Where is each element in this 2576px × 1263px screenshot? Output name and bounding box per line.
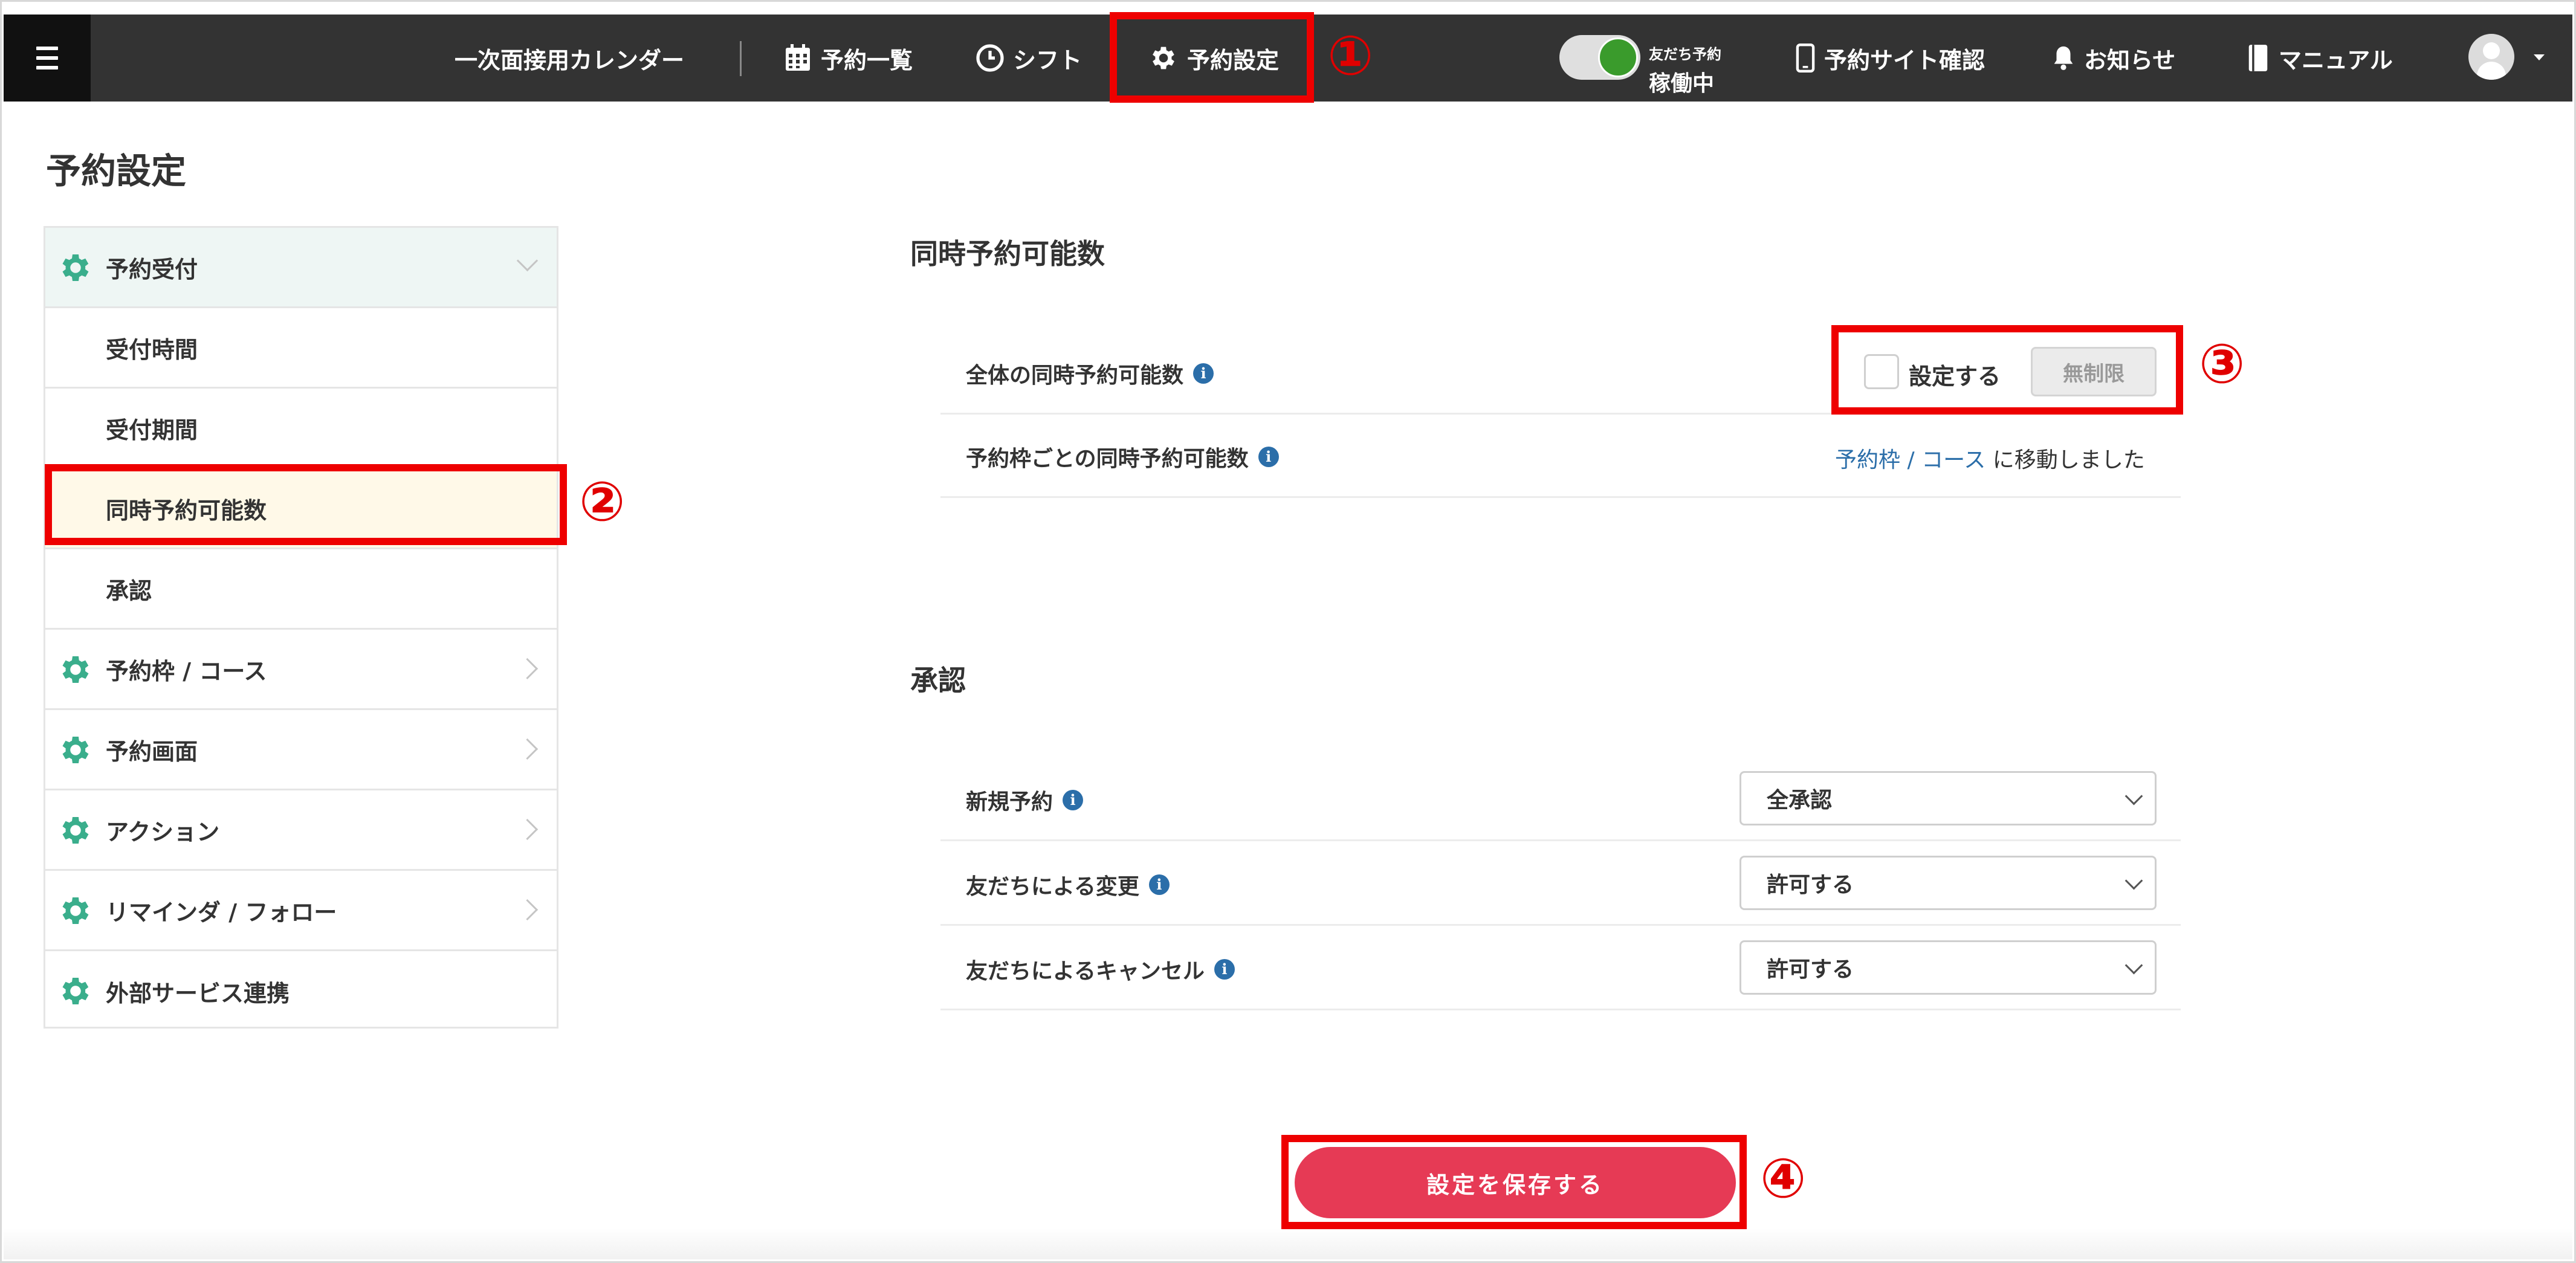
gear-icon (62, 978, 89, 1004)
gear-icon (62, 897, 89, 924)
annotation-number-1: ① (1327, 24, 1374, 88)
nav-reservations-label: 予約一覧 (821, 47, 913, 74)
page-title: 予約設定 (46, 150, 187, 192)
gear-icon (62, 254, 89, 281)
section-title-concurrent: 同時予約可能数 (910, 237, 1105, 270)
chevron-down-icon (2125, 871, 2143, 890)
annotation-number-4: ④ (1760, 1147, 1807, 1210)
sidebar-item-label: 受付時間 (106, 336, 198, 363)
row-label: 予約枠ごとの同時予約可能数 i (966, 441, 1279, 473)
hamburger-menu-button[interactable] (4, 15, 91, 102)
course-link[interactable]: コース (1921, 448, 1985, 473)
info-icon[interactable]: i (1193, 363, 1214, 384)
annotation-box-4 (1281, 1135, 1747, 1229)
nav-shift[interactable]: シフト (976, 15, 1082, 102)
annotation-number-3: ③ (2199, 332, 2245, 396)
sidebar-item-actions[interactable]: アクション (45, 790, 557, 871)
row-label: 新規予約 i (966, 784, 1084, 816)
sidebar-item-reception[interactable]: 予約受付 (45, 228, 557, 308)
link-separator: / (1907, 448, 1915, 473)
sidebar-item-label: 承認 (106, 577, 152, 604)
sidebar-item-reminders[interactable]: リマインダ / フォロー (45, 871, 557, 951)
sidebar-item-approval[interactable]: 承認 (45, 549, 557, 630)
row-label: 友だちによる変更 i (966, 869, 1170, 900)
sidebar-item-label: 予約受付 (106, 256, 198, 283)
chevron-right-icon (516, 738, 539, 760)
friend-change-label: 友だちによる変更 (966, 874, 1139, 899)
select-value: 許可する (1767, 957, 1854, 982)
chevron-down-icon (516, 250, 539, 272)
sidebar-item-label: 外部サービス連携 (106, 980, 290, 1007)
gear-icon (62, 737, 89, 763)
friend-change-select[interactable]: 許可する (1739, 856, 2157, 910)
gear-icon (62, 656, 89, 683)
info-icon[interactable]: i (1148, 874, 1170, 895)
hamburger-icon (36, 44, 58, 73)
nav-notifications[interactable]: お知らせ (2051, 15, 2175, 102)
clock-icon (976, 44, 1004, 72)
sidebar-item-reception-hours[interactable]: 受付時間 (45, 308, 557, 389)
row-label: 全体の同時予約可能数 i (966, 358, 1214, 389)
friend-cancel-select[interactable]: 許可する (1739, 940, 2157, 995)
moved-notice: 予約枠 / コース に移動しました (1835, 442, 2145, 474)
chevron-down-icon (2125, 956, 2143, 975)
slot-link[interactable]: 予約枠 (1835, 448, 1900, 473)
smartphone-icon (1796, 44, 1815, 73)
nav-notifications-label: お知らせ (2084, 47, 2176, 74)
new-reservation-select[interactable]: 全承認 (1739, 771, 2157, 825)
new-reservation-label: 新規予約 (966, 790, 1053, 815)
book-icon (2248, 45, 2268, 71)
chevron-down-icon (2125, 787, 2143, 806)
toggle-caption: 友だち予約 (1649, 46, 1721, 63)
sidebar-item-booking-screen[interactable]: 予約画面 (45, 710, 557, 790)
sidebar-item-reception-period[interactable]: 受付期間 (45, 389, 557, 469)
per-slot-concurrent-label: 予約枠ごとの同時予約可能数 (966, 447, 1249, 471)
chevron-right-icon (516, 657, 539, 680)
section-title-approval: 承認 (910, 664, 966, 697)
chevron-right-icon (516, 818, 539, 841)
bottom-fade (4, 1228, 2572, 1259)
annotation-number-2: ② (579, 470, 626, 534)
calendar-icon (786, 44, 810, 71)
toggle-label: 友だち予約 稼働中 (1649, 42, 1721, 97)
info-icon[interactable]: i (1063, 790, 1084, 810)
user-menu-chevron-down-icon[interactable] (2534, 54, 2545, 60)
annotation-box-2 (45, 464, 567, 545)
row-label: 友だちによるキャンセル i (966, 954, 1235, 985)
gear-icon (62, 817, 89, 844)
select-value: 全承認 (1767, 788, 1833, 813)
toggle-status: 稼働中 (1649, 71, 1715, 96)
nav-site-preview[interactable]: 予約サイト確認 (1795, 15, 1985, 102)
friend-reservation-toggle[interactable] (1559, 35, 1640, 80)
sidebar-item-label: リマインダ / フォロー (106, 899, 337, 926)
nav-manual[interactable]: マニュアル (2246, 15, 2393, 102)
chevron-right-icon (516, 899, 539, 921)
select-value: 許可する (1767, 873, 1854, 897)
sidebar-item-slots-courses[interactable]: 予約枠 / コース (45, 630, 557, 710)
settings-sidebar: 予約受付 受付時間 受付期間 同時予約可能数 承認 予約枠 / コース 予約画面… (44, 226, 558, 1029)
total-concurrent-label: 全体の同時予約可能数 (966, 363, 1184, 388)
sidebar-item-external-services[interactable]: 外部サービス連携 (45, 951, 557, 1032)
user-avatar-icon[interactable] (2468, 34, 2514, 80)
friend-cancel-label: 友だちによるキャンセル (966, 959, 1205, 984)
sidebar-item-label: 予約画面 (106, 738, 198, 765)
nav-site-preview-label: 予約サイト確認 (1824, 47, 1985, 74)
app-title[interactable]: 一次面接用カレンダー (455, 15, 684, 102)
annotation-box-1 (1110, 12, 1314, 103)
info-icon[interactable]: i (1214, 959, 1235, 980)
nav-shift-label: シフト (1013, 47, 1083, 74)
moved-text: に移動しました (1992, 448, 2145, 473)
info-icon[interactable]: i (1258, 447, 1279, 467)
bell-icon (2054, 46, 2073, 70)
nav-manual-label: マニュアル (2279, 47, 2393, 74)
sidebar-item-label: アクション (106, 818, 220, 845)
sidebar-item-label: 予約枠 / コース (106, 657, 267, 685)
sidebar-item-label: 受付期間 (106, 416, 198, 444)
annotation-box-3 (1831, 325, 2183, 415)
nav-divider (740, 41, 742, 76)
nav-reservations-list[interactable]: 予約一覧 (783, 15, 913, 102)
